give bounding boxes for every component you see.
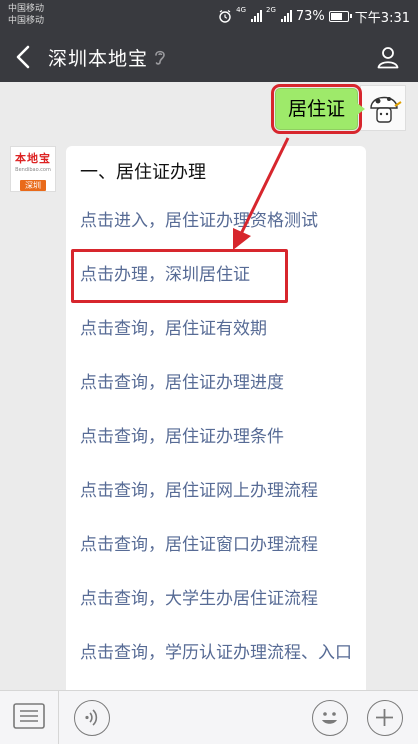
alarm-icon <box>219 10 231 23</box>
user-message-bubble[interactable]: 居住证 <box>270 84 366 134</box>
chevron-left-icon[interactable] <box>12 44 36 70</box>
mushroom-avatar-icon <box>361 86 405 130</box>
emoji-icon <box>322 712 337 724</box>
status-indicators: 4G 2G 73% 下午3:31 <box>218 0 410 32</box>
plus-icon <box>376 709 393 726</box>
more-button[interactable] <box>367 700 403 736</box>
avatar-url: Bendibao.com <box>15 167 51 173</box>
carrier-label-1: 中国移动 <box>8 4 45 14</box>
status-bar: 中国移动 中国移动 4G 2G 73% 下午3:31 <box>0 0 418 32</box>
highlight-annotation <box>71 249 288 303</box>
menu-link-graduate-process[interactable]: 点击查询，大学生办居住证流程 <box>80 586 360 612</box>
network-type-1: 4G <box>236 6 246 14</box>
chat-title: 深圳本地宝 <box>48 48 149 70</box>
ear-mute-icon <box>155 50 165 65</box>
reply-message-bubble: 一、居住证办理 点击进入，居住证办理资格测试 点击办理，深圳居住证 点击查询，居… <box>66 146 366 706</box>
menu-link-qualification-test[interactable]: 点击进入，居住证办理资格测试 <box>80 208 360 234</box>
menu-link-progress[interactable]: 点击查询，居住证办理进度 <box>80 370 360 396</box>
menu-link-conditions[interactable]: 点击查询，居住证办理条件 <box>80 424 360 450</box>
emoji-button[interactable] <box>312 700 348 736</box>
menu-link-validity[interactable]: 点击查询，居住证有效期 <box>80 316 360 342</box>
voice-icon <box>85 709 98 726</box>
person-icon[interactable] <box>376 45 400 69</box>
signal-icon-1 <box>251 10 262 22</box>
network-type-2: 2G <box>266 6 276 14</box>
avatar-city-tag: 深圳 <box>20 180 46 191</box>
toolbar-divider <box>58 691 59 744</box>
voice-button[interactable] <box>74 700 110 736</box>
menu-list-icon[interactable] <box>12 702 46 732</box>
account-avatar[interactable]: 本地宝 Bendibao.com 深圳 <box>10 146 56 192</box>
reply-heading: 一、居住证办理 <box>80 162 206 183</box>
clock: 下午3:31 <box>354 10 410 26</box>
title-bar: 深圳本地宝 <box>0 32 418 82</box>
menu-link-online-process[interactable]: 点击查询，居住证网上办理流程 <box>80 478 360 504</box>
input-bar <box>0 690 418 744</box>
user-avatar[interactable] <box>360 85 406 131</box>
menu-link-window-process[interactable]: 点击查询，居住证窗口办理流程 <box>80 532 360 558</box>
battery-fill <box>330 12 342 20</box>
menu-link-degree-certification[interactable]: 点击查询，学历认证办理流程、入口 <box>80 640 355 666</box>
avatar-brand: 本地宝 <box>15 152 51 165</box>
battery-percent: 73% <box>295 8 325 24</box>
signal-icon-2 <box>280 10 292 22</box>
battery-icon <box>328 10 352 22</box>
carrier-label-2: 中国移动 <box>8 16 45 26</box>
